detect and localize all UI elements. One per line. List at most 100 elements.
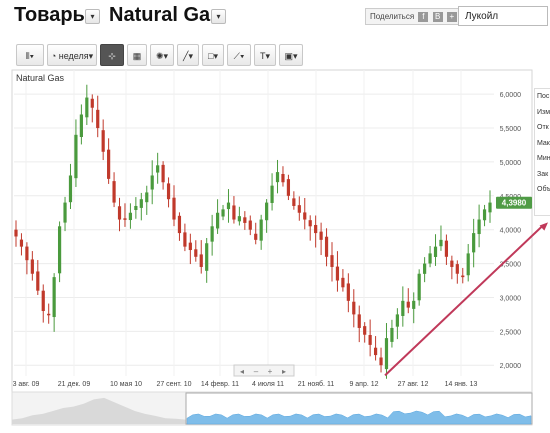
panel-row-change: Изм <box>537 108 550 116</box>
candle-body <box>139 199 143 208</box>
candle-body <box>488 202 492 213</box>
candle-body <box>450 260 454 267</box>
candle-body <box>455 264 459 274</box>
x-tick-label: 27 авг. 12 <box>398 381 429 388</box>
candle-body <box>199 254 203 267</box>
x-tick-label: 9 апр. 12 <box>349 381 378 388</box>
candle-body <box>63 202 67 223</box>
y-tick-label: 4,0000 <box>500 228 522 235</box>
candle-body <box>107 149 111 179</box>
navigator[interactable] <box>11 391 533 426</box>
trend-arrow-head <box>539 222 548 231</box>
candle-body <box>330 255 334 267</box>
last-price-marker: 4,3980 <box>496 196 532 209</box>
candle-body <box>30 259 34 274</box>
candle-body <box>57 226 62 274</box>
panel-row-close: Зак <box>537 170 549 178</box>
zoom-controls: ◂ – + ▸ <box>233 364 295 377</box>
quote-info-panel: Пос Изм Отк Мак Мин Зак Объ <box>534 88 550 216</box>
candle-body <box>346 283 350 301</box>
candle-body <box>14 229 18 237</box>
candle-body <box>417 273 421 301</box>
candle-body <box>406 301 410 308</box>
candle-body <box>412 300 416 309</box>
scroll-left-button[interactable]: ◂ <box>240 367 244 376</box>
candle-body <box>25 246 29 261</box>
candle-body <box>433 246 438 257</box>
candle-body <box>368 334 372 345</box>
candle-body <box>128 212 133 221</box>
candle-body <box>363 326 367 335</box>
y-tick-label: 2,0000 <box>500 363 522 370</box>
candle-body <box>472 233 476 253</box>
candle-body <box>237 216 241 222</box>
x-tick-label: 14 февр. 11 <box>201 381 239 388</box>
candle-body <box>96 109 100 129</box>
candle-body <box>379 357 383 366</box>
x-tick-label: 3 авг. 09 <box>13 381 40 388</box>
candle-body <box>482 209 487 221</box>
candle-body <box>123 218 127 220</box>
candle-body <box>161 164 165 183</box>
candle-body <box>112 181 116 203</box>
candle-body <box>183 232 187 247</box>
candle-body <box>19 239 24 247</box>
y-tick-label: 6,0000 <box>500 92 522 99</box>
candle-body <box>314 224 318 234</box>
candle-body <box>156 165 160 173</box>
candle-body <box>265 202 269 221</box>
candle-body <box>226 202 231 210</box>
candle-body <box>150 175 154 190</box>
candle-body <box>270 185 274 203</box>
candle-body <box>243 217 247 223</box>
panel-row-volume: Объ <box>537 186 550 193</box>
candle-body <box>47 313 51 316</box>
candle-body <box>384 338 389 370</box>
candle-body <box>308 220 312 227</box>
candle-body <box>134 205 138 211</box>
candle-body <box>423 263 427 274</box>
candle-body <box>341 277 345 288</box>
candle-body <box>281 173 285 183</box>
panel-row-high: Мак <box>537 139 550 147</box>
candle-body <box>145 192 149 203</box>
y-tick-label: 3,0000 <box>500 295 522 302</box>
candle-body <box>395 314 399 327</box>
candle-body <box>259 219 263 241</box>
candle-body <box>428 253 432 264</box>
candle-body <box>90 98 94 108</box>
candle-body <box>172 197 176 220</box>
candle-body <box>357 314 361 328</box>
candle-body <box>439 239 443 247</box>
x-tick-label: 21 нояб. 11 <box>298 380 335 388</box>
candle-body <box>401 300 405 316</box>
candle-body <box>41 290 45 312</box>
zoom-out-button[interactable]: – <box>254 367 259 376</box>
last-price-label: 4,3980 <box>502 199 527 208</box>
candle-body <box>177 215 182 234</box>
candle-body <box>188 242 192 251</box>
candle-body <box>36 271 40 291</box>
price-chart[interactable]: Natural Gas 6,00005,50005,00004,50004,00… <box>0 0 550 433</box>
y-tick-label: 5,0000 <box>500 160 522 167</box>
candle-body <box>52 277 56 318</box>
candle-body <box>248 220 252 230</box>
candle-body <box>286 179 291 196</box>
zoom-in-button[interactable]: + <box>268 367 273 376</box>
candle-body <box>194 249 198 257</box>
y-tick-label: 2,5000 <box>500 329 522 336</box>
x-tick-label: 10 мая 10 <box>110 381 142 388</box>
candle-body <box>68 175 73 203</box>
x-tick-label: 21 дек. 09 <box>58 381 91 388</box>
y-tick-label: 5,5000 <box>500 126 522 133</box>
scroll-right-button[interactable]: ▸ <box>282 367 286 376</box>
candle-body <box>297 205 301 213</box>
candle-body <box>303 212 307 220</box>
candle-body <box>352 301 356 315</box>
candle-body <box>221 209 225 217</box>
candle-body <box>79 114 83 137</box>
candle-body <box>444 240 449 257</box>
candle-body <box>373 347 378 356</box>
candle-body <box>215 212 220 229</box>
candle-body <box>85 97 89 118</box>
